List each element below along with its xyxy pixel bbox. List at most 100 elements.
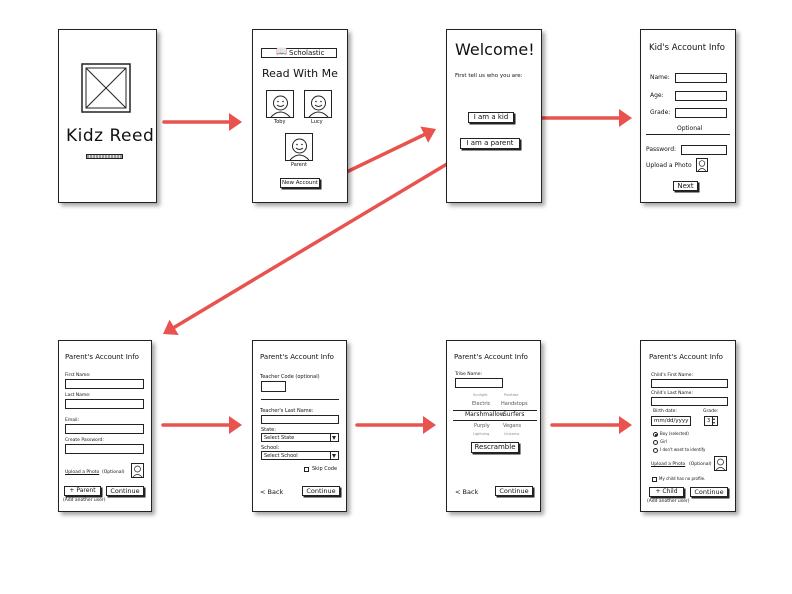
last-name-label: Last Name: — [65, 393, 91, 398]
avatar-toby[interactable] — [266, 90, 294, 118]
rescramble-button[interactable]: Rescramble — [471, 442, 519, 453]
arrow-parent1-to-parent2 — [161, 416, 242, 434]
grade-stepper[interactable]: 3 ▴ ▾ — [704, 416, 718, 426]
tribe-option[interactable]: Handstops — [501, 401, 528, 407]
photo-upload[interactable] — [696, 158, 708, 172]
welcome-prompt: First tell us who you are: — [455, 73, 523, 79]
chevron-down-icon — [330, 434, 338, 441]
teacher-last-label: Teacher's Last Name: — [260, 408, 314, 414]
school-select[interactable]: Select School — [261, 451, 339, 460]
face-icon — [270, 95, 291, 117]
add-child-button[interactable]: + Child — [649, 487, 684, 497]
email-label: Email: — [65, 418, 80, 423]
screen-title: Read With Me — [262, 67, 338, 80]
no-profile-checkbox[interactable] — [652, 477, 657, 482]
next-button[interactable]: Next — [673, 181, 698, 191]
add-user-link[interactable]: (Add another user) — [63, 498, 106, 503]
image-placeholder-icon — [81, 63, 131, 113]
tribe-option[interactable]: Unicorns — [504, 432, 519, 436]
tribe-option[interactable]: Purply — [474, 423, 490, 429]
grade-label: Grade: — [650, 109, 671, 116]
avatar-parent[interactable] — [285, 133, 313, 161]
age-label: Age: — [650, 92, 664, 99]
add-user-link[interactable]: (Add another user) — [647, 499, 690, 504]
face-icon — [132, 465, 143, 477]
user-name: Lucy — [311, 119, 323, 125]
tribe-option[interactable]: Sunlight — [473, 393, 487, 397]
screen-title: Kid's Account Info — [649, 43, 725, 53]
gender-option-label: Boy (selected) — [660, 431, 689, 436]
parent-account-screen-3: Parent's Account Info Tribe Name: Sunlig… — [446, 340, 541, 512]
scholastic-header[interactable]: 📖 Scholastic — [261, 47, 337, 58]
last-name-input[interactable] — [65, 399, 144, 409]
continue-button[interactable]: Continue — [495, 486, 533, 496]
tribe-option[interactable]: Electric — [472, 401, 491, 407]
arrow-splash-to-select — [162, 113, 242, 131]
optional-label: (Optional) — [102, 470, 125, 475]
child-first-label: Child's First Name: — [651, 373, 694, 378]
gender-radio-boy[interactable] — [653, 432, 658, 437]
back-link[interactable]: < Back — [260, 488, 283, 496]
upload-photo-link[interactable]: Upload a Photo — [651, 462, 685, 467]
back-link[interactable]: < Back — [455, 488, 478, 496]
photo-label: Upload a Photo — [646, 162, 692, 169]
user-name: Toby — [274, 119, 286, 125]
arrow-parent2-to-parent3 — [355, 416, 436, 434]
gender-option-label: Girl — [660, 439, 667, 444]
screen-title: Parent's Account Info — [649, 353, 723, 361]
add-parent-button[interactable]: + Parent — [64, 486, 101, 496]
divider — [261, 399, 339, 400]
teacher-code-input[interactable] — [261, 381, 286, 392]
new-account-button[interactable]: New Account — [280, 178, 320, 188]
skip-code-checkbox[interactable] — [304, 467, 309, 472]
upload-photo-link[interactable]: Upload a Photo — [65, 470, 99, 475]
arrow-parent3-to-child — [550, 416, 632, 434]
face-icon — [308, 95, 329, 117]
password-input[interactable] — [65, 444, 144, 454]
book-icon: 📖 — [276, 47, 288, 57]
continue-button[interactable]: Continue — [690, 487, 728, 497]
tribe-option[interactable]: Vegans — [503, 423, 521, 429]
name-input[interactable] — [675, 73, 727, 83]
birth-date-input[interactable]: mm/dd/yyyy — [651, 416, 691, 426]
continue-button[interactable]: Continue — [106, 486, 144, 496]
photo-upload[interactable] — [131, 463, 144, 478]
tribe-option[interactable]: Lightning — [473, 432, 489, 436]
child-account-screen: Parent's Account Info Child's First Name… — [640, 340, 736, 512]
password-input[interactable] — [681, 145, 727, 155]
tribe-name-input[interactable] — [455, 378, 503, 388]
child-last-label: Child's Last Name: — [651, 391, 693, 396]
photo-upload[interactable] — [714, 456, 727, 471]
app-title: Kidz Reed — [66, 126, 155, 146]
child-last-input[interactable] — [651, 397, 728, 406]
tribe-option[interactable]: Pinetree — [504, 393, 518, 397]
gender-radio-girl[interactable] — [653, 440, 658, 445]
avatar-lucy[interactable] — [304, 90, 332, 118]
tribe-name-label: Tribe Name: — [455, 372, 483, 377]
screen-title: Parent's Account Info — [260, 353, 334, 361]
optional-label: (Optional) — [689, 462, 712, 467]
grade-input[interactable] — [675, 108, 727, 118]
welcome-screen: Welcome! First tell us who you are: I am… — [446, 29, 542, 203]
tribe-option-selected[interactable]: Surfers — [503, 411, 524, 418]
tribe-option-selected[interactable]: Marshmallow — [465, 411, 505, 418]
teacher-code-label: Teacher Code (optional) — [260, 374, 320, 380]
state-select[interactable]: Select State — [261, 433, 339, 442]
first-name-input[interactable] — [65, 379, 144, 389]
email-input[interactable] — [65, 424, 144, 434]
gender-option-label: I don't want to identify — [660, 447, 706, 452]
name-label: Name: — [650, 74, 670, 81]
gender-radio-none[interactable] — [653, 448, 658, 453]
face-icon — [289, 138, 310, 160]
loading-bar — [86, 154, 123, 159]
age-input[interactable] — [675, 91, 727, 101]
birth-date-label: Birth date: — [653, 409, 677, 414]
child-first-input[interactable] — [651, 379, 728, 388]
skip-code-label: Skip Code — [312, 466, 338, 472]
user-name: Parent — [291, 162, 308, 168]
teacher-last-input[interactable] — [261, 415, 339, 424]
i-am-a-parent-button[interactable]: I am a parent — [460, 138, 520, 149]
continue-button[interactable]: Continue — [302, 486, 340, 496]
face-icon — [715, 458, 726, 470]
i-am-a-kid-button[interactable]: I am a kid — [468, 112, 514, 123]
